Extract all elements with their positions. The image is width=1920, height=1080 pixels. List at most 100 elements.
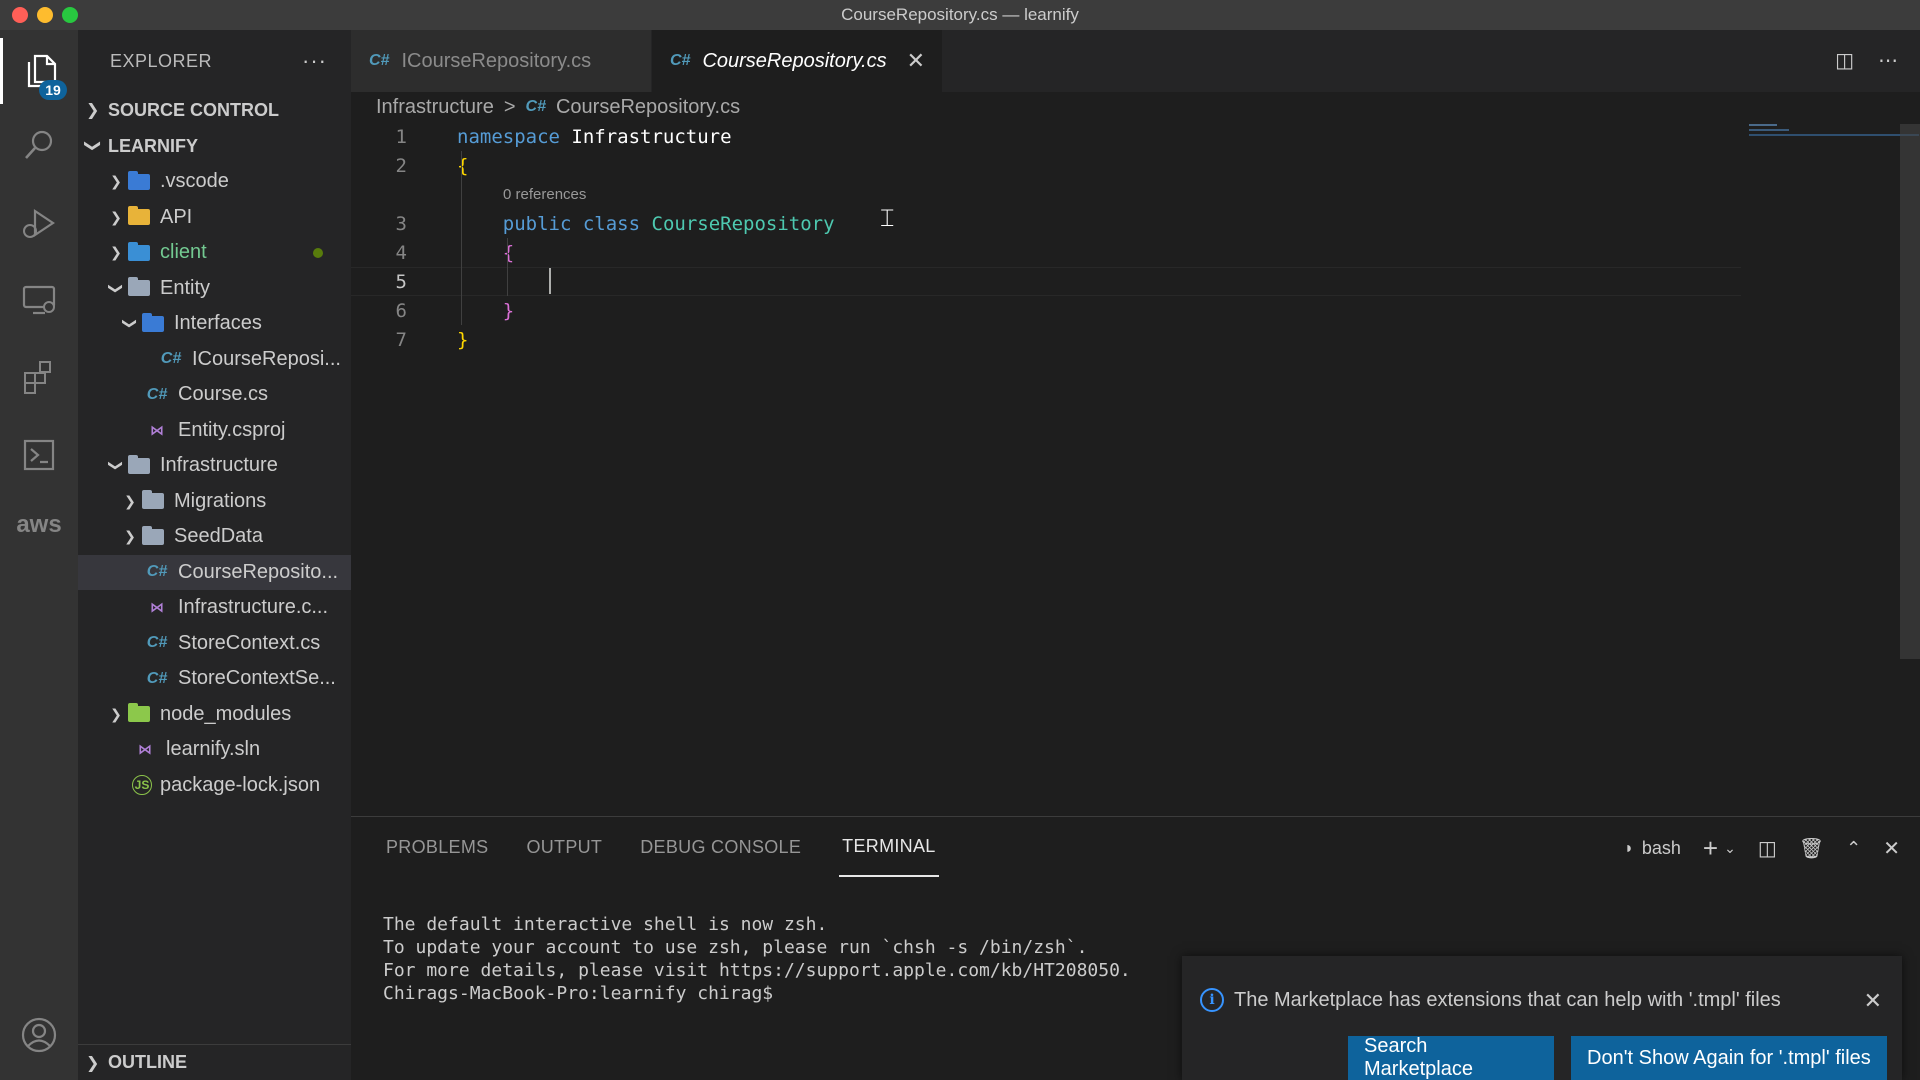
- breadcrumb-file[interactable]: CourseRepository.cs: [556, 96, 740, 119]
- tab-terminal[interactable]: TERMINAL: [839, 817, 939, 877]
- chevron-right-icon: ❯: [110, 173, 122, 190]
- line-number: 2: [395, 154, 407, 177]
- explorer-header: EXPLORER ···: [78, 30, 351, 92]
- source-control-label: SOURCE CONTROL: [108, 99, 279, 120]
- csharp-file-icon: C#: [369, 52, 390, 69]
- terminal-prompt: Chirags-MacBook-Pro:learnify chirag$: [383, 983, 784, 1004]
- code-editor[interactable]: 1 namespace Infrastructure 2 { 0 referen…: [351, 120, 1920, 816]
- keyword-token: class: [582, 212, 641, 235]
- tree-item-interfaces[interactable]: ❯ Interfaces: [78, 306, 351, 342]
- tree-item-entity[interactable]: ❯ Entity: [78, 271, 351, 307]
- split-editor-icon[interactable]: ◫: [1835, 48, 1854, 73]
- dont-show-again-button[interactable]: Don't Show Again for '.tmpl' files: [1571, 1036, 1887, 1080]
- search-marketplace-button[interactable]: Search Marketplace: [1348, 1035, 1554, 1080]
- accounts-activity[interactable]: [0, 1002, 78, 1068]
- extensions-activity[interactable]: [0, 344, 78, 410]
- chevron-right-icon: ❯: [124, 528, 136, 545]
- run-debug-icon: [23, 208, 55, 238]
- terminal-activity[interactable]: [0, 422, 78, 488]
- editor-actions: ◫ ⋯: [1835, 48, 1898, 73]
- outline-section[interactable]: ❯ OUTLINE: [78, 1044, 351, 1080]
- editor-scrollbar[interactable]: [1900, 124, 1920, 659]
- brace-token: {: [457, 154, 469, 177]
- tree-item-infrastructure-csproj[interactable]: ⋈ Infrastructure.c...: [78, 590, 351, 626]
- tab-output[interactable]: OUTPUT: [526, 817, 602, 877]
- code-line: 6 }: [351, 296, 1741, 325]
- panel-tabs: PROBLEMS OUTPUT DEBUG CONSOLE TERMINAL: [386, 817, 977, 877]
- brace-token: }: [457, 328, 469, 351]
- tree-item-label: Migrations: [174, 489, 267, 512]
- info-icon: i: [1200, 988, 1224, 1012]
- maximize-panel-icon[interactable]: ⌃: [1846, 838, 1861, 859]
- codelens-references[interactable]: 0 references: [503, 186, 586, 203]
- manage-activity[interactable]: [0, 1070, 78, 1080]
- aws-activity[interactable]: aws: [0, 492, 78, 558]
- close-notification-icon[interactable]: ✕: [1864, 988, 1882, 1014]
- csharp-file-icon: C#: [525, 98, 546, 115]
- tree-item-seeddata[interactable]: ❯ SeedData: [78, 519, 351, 555]
- code-line: 7 }: [351, 325, 1741, 354]
- project-section[interactable]: ❯ LEARNIFY: [78, 128, 351, 164]
- tab-problems[interactable]: PROBLEMS: [386, 817, 488, 877]
- minimize-window-button[interactable]: [37, 7, 53, 23]
- tree-item-client[interactable]: ❯ client: [78, 235, 351, 271]
- tree-item-course[interactable]: C# Course.cs: [78, 377, 351, 413]
- folder-icon: [140, 490, 166, 512]
- tree-item-label: learnify.sln: [166, 738, 261, 761]
- close-tab-icon[interactable]: ✕: [907, 48, 925, 74]
- tree-item-storecontextseed[interactable]: C# StoreContextSe...: [78, 661, 351, 697]
- tree-item-infrastructure[interactable]: ❯ Infrastructure: [78, 448, 351, 484]
- chevron-down-icon[interactable]: ⌄: [1724, 840, 1736, 857]
- tree-item-migrations[interactable]: ❯ Migrations: [78, 484, 351, 520]
- remote-explorer-activity[interactable]: [0, 266, 78, 332]
- tree-item-storecontext[interactable]: C# StoreContext.cs: [78, 626, 351, 662]
- close-panel-icon[interactable]: ✕: [1883, 836, 1900, 861]
- close-window-button[interactable]: [12, 7, 28, 23]
- class-name-token: CourseRepository: [651, 212, 835, 235]
- add-terminal-icon[interactable]: +: [1703, 833, 1718, 864]
- search-activity[interactable]: [0, 112, 78, 178]
- chevron-down-icon: ❯: [84, 139, 101, 153]
- trash-icon[interactable]: 🗑: [1799, 836, 1824, 861]
- terminal-output[interactable]: The default interactive shell is now zsh…: [383, 913, 1131, 1005]
- tree-item-label: Infrastructure.c...: [178, 596, 329, 619]
- code-line: 2 {: [351, 151, 1741, 180]
- tab-courserepository[interactable]: C# CourseRepository.cs ✕: [652, 30, 943, 92]
- tree-item-api[interactable]: ❯ API: [78, 200, 351, 236]
- explorer-activity[interactable]: 19: [0, 38, 78, 104]
- tab-debug-console[interactable]: DEBUG CONSOLE: [640, 817, 801, 877]
- split-terminal-icon[interactable]: ◫: [1758, 836, 1777, 861]
- terminal-icon: [23, 439, 55, 471]
- line-number: 4: [395, 241, 407, 264]
- more-actions-icon[interactable]: ···: [302, 48, 327, 74]
- namespace-token: Infrastructure: [571, 125, 732, 148]
- terminal-shell-icon: ◗: [1624, 839, 1634, 857]
- tree-item-entity-csproj[interactable]: ⋈ Entity.csproj: [78, 413, 351, 449]
- tree-item-vscode[interactable]: ❯ .vscode: [78, 164, 351, 200]
- tree-item-package-lock[interactable]: JS package-lock.json: [78, 768, 351, 804]
- tree-item-courserepository[interactable]: C# CourseReposito...: [78, 554, 351, 590]
- tab-icourserepository[interactable]: C# ICourseRepository.cs: [351, 30, 652, 92]
- code-line: 1 namespace Infrastructure: [351, 122, 1741, 151]
- breadcrumb-folder[interactable]: Infrastructure: [376, 96, 494, 119]
- csharp-file-icon: C#: [146, 385, 168, 403]
- csharp-file-icon: C#: [146, 563, 168, 581]
- csharp-file-icon: C#: [146, 634, 168, 652]
- zoom-window-button[interactable]: [62, 7, 78, 23]
- tree-item-label: Interfaces: [174, 312, 262, 335]
- tree-item-learnify-sln[interactable]: ⋈ learnify.sln: [78, 732, 351, 768]
- csharp-file-icon: C#: [160, 350, 182, 368]
- source-control-section[interactable]: ❯ SOURCE CONTROL: [78, 92, 351, 128]
- minimap-line: [1749, 134, 1919, 136]
- explorer-badge: 19: [39, 80, 67, 100]
- keyword-token: public: [502, 212, 572, 235]
- terminal-line: The default interactive shell is now zsh…: [383, 914, 828, 935]
- run-debug-activity[interactable]: [0, 190, 78, 256]
- brace-token: {: [502, 241, 515, 264]
- tree-item-node-modules[interactable]: ❯ node_modules: [78, 697, 351, 733]
- explorer-sidebar: EXPLORER ··· ❯ SOURCE CONTROL ❯ LEARNIFY…: [78, 30, 351, 1080]
- minimap-line: [1749, 124, 1777, 126]
- tree-item-icourserepository[interactable]: C# ICourseReposi...: [78, 342, 351, 378]
- more-actions-icon[interactable]: ⋯: [1878, 48, 1898, 73]
- shell-selector[interactable]: ◗ bash: [1624, 838, 1681, 859]
